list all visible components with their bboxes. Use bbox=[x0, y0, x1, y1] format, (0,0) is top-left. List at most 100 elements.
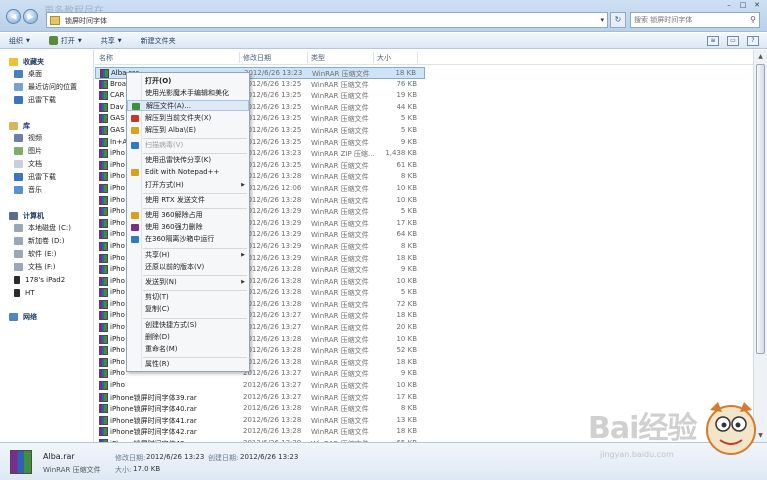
organize-button[interactable]: 组织 ▼ bbox=[9, 36, 30, 46]
library-icon bbox=[9, 121, 18, 130]
sidebar-item-thunder-downloads[interactable]: 迅雷下载 bbox=[14, 94, 56, 105]
menu-item[interactable]: 打开方式(H) ▶ bbox=[127, 180, 249, 191]
menu-item[interactable]: 解压文件(A)... bbox=[127, 100, 249, 112]
column-divider[interactable] bbox=[417, 52, 418, 63]
sidebar-library[interactable]: 库 bbox=[9, 120, 30, 131]
menu-item[interactable]: 剪切(T) bbox=[127, 292, 249, 303]
column-header-size[interactable]: 大小 bbox=[377, 53, 391, 63]
menu-item[interactable]: 使用 RTX 发送文件 bbox=[127, 195, 249, 206]
detail-file-name: Alba.rar bbox=[43, 452, 75, 461]
sidebar-item-recent[interactable]: 最近访问的位置 bbox=[14, 81, 77, 92]
menu-item[interactable]: Edit with Notepad++ bbox=[127, 167, 249, 178]
menu-item-label: 重命名(M) bbox=[145, 345, 178, 353]
file-date: 2012/6/26 13:27 bbox=[243, 311, 302, 320]
sidebar-item-drive-d[interactable]: 新加卷 (D:) bbox=[14, 235, 64, 246]
sidebar-computer[interactable]: 计算机 bbox=[9, 210, 44, 221]
menu-item[interactable]: 删除(D) bbox=[127, 332, 249, 343]
minimize-button[interactable]: – bbox=[723, 0, 735, 10]
menu-item[interactable]: 在360隔离沙箱中运行 bbox=[127, 234, 249, 245]
search-input[interactable] bbox=[631, 13, 743, 27]
help-icon[interactable]: ? bbox=[747, 36, 759, 46]
file-name: iPho bbox=[110, 230, 125, 239]
preview-pane-icon[interactable]: ▭ bbox=[727, 36, 739, 46]
scroll-thumb[interactable] bbox=[756, 64, 765, 354]
sidebar-network[interactable]: 网络 bbox=[9, 311, 37, 322]
menu-item-label: 还原以前的版本(V) bbox=[145, 262, 205, 271]
menu-item[interactable]: 属性(R) bbox=[127, 359, 249, 370]
menu-item[interactable]: 解压到当前文件夹(X) bbox=[127, 113, 249, 124]
sidebar-item-music[interactable]: 音乐 bbox=[14, 184, 42, 195]
file-size: 5 KB bbox=[400, 125, 417, 134]
music-icon bbox=[14, 185, 23, 194]
file-name: iPhone锁屏时间字体42.rar bbox=[110, 428, 197, 437]
menu-item[interactable]: 复制(C) bbox=[127, 304, 249, 315]
search-box[interactable]: ⚲ bbox=[630, 12, 760, 28]
sidebar-item-drive-c[interactable]: 本地磁盘 (C:) bbox=[14, 222, 71, 233]
sidebar-item-videos[interactable]: 视频 bbox=[14, 132, 42, 143]
column-divider[interactable] bbox=[373, 52, 374, 63]
sidebar-item-thunder-library[interactable]: 迅雷下载 bbox=[14, 171, 56, 182]
new-folder-button[interactable]: 新建文件夹 bbox=[141, 36, 176, 46]
menu-item[interactable]: 解压到 Alba\(E) bbox=[127, 125, 249, 136]
detail-created-label: 创建日期: bbox=[208, 454, 239, 462]
menu-item[interactable]: 使用光影魔术手编辑和美化 bbox=[127, 88, 249, 99]
file-size: 44 KB bbox=[396, 102, 417, 111]
file-row[interactable]: iPhone锁屏时间字体40.rar 2012/6/26 13:28 WinRAR … bbox=[95, 403, 425, 415]
sidebar-favorites[interactable]: 收藏夹 bbox=[9, 56, 44, 67]
scroll-up-icon[interactable]: ▲ bbox=[755, 51, 766, 62]
file-name: iPhone锁屏时间字体40.rar bbox=[110, 405, 197, 414]
sidebar-item-ipad[interactable]: 178's iPad2 bbox=[14, 274, 65, 285]
column-header-name[interactable]: 名称 bbox=[99, 53, 113, 63]
column-header-date[interactable]: 修改日期 bbox=[243, 53, 271, 63]
sidebar-item-pictures[interactable]: 图片 bbox=[14, 145, 42, 156]
sidebar-item-label: 178's iPad2 bbox=[25, 275, 66, 284]
menu-item[interactable]: 打开(O) bbox=[127, 76, 249, 87]
share-button[interactable]: 共享 ▼ bbox=[101, 36, 122, 46]
sidebar-item-ht[interactable]: HT bbox=[14, 287, 35, 298]
back-button[interactable]: ◀ bbox=[6, 9, 21, 24]
sidebar-item-documents[interactable]: 文档 bbox=[14, 158, 42, 169]
menu-item-label: 共享(H) bbox=[145, 250, 170, 259]
menu-item-label: 发送到(N) bbox=[145, 278, 177, 286]
maximize-button[interactable]: □ bbox=[737, 0, 749, 10]
menu-item[interactable]: 使用 360解除占用 bbox=[127, 210, 249, 221]
column-header-type[interactable]: 类型 bbox=[311, 53, 325, 63]
open-button[interactable]: 打开 ▼ bbox=[48, 36, 82, 46]
sidebar-item-desktop[interactable]: 桌面 bbox=[14, 68, 42, 79]
search-icon[interactable]: ⚲ bbox=[750, 15, 756, 24]
menu-item[interactable]: 共享(H) ▶ bbox=[127, 250, 249, 261]
refresh-button[interactable]: ↻ bbox=[610, 12, 626, 28]
sidebar-item-drive-f[interactable]: 文档 (F:) bbox=[14, 261, 56, 272]
vertical-scrollbar[interactable]: ▲ ▼ bbox=[753, 50, 767, 442]
network-icon bbox=[9, 312, 18, 321]
forward-button[interactable]: ▶ bbox=[23, 9, 38, 24]
file-name: iPho bbox=[110, 346, 125, 355]
file-name: Broa bbox=[110, 79, 127, 88]
column-divider[interactable] bbox=[307, 52, 308, 63]
menu-item[interactable]: 使用 360强力删除 bbox=[127, 222, 249, 233]
menu-item[interactable]: 使用迅雷快传分享(K) bbox=[127, 155, 249, 166]
sidebar-item-drive-e[interactable]: 软件 (E:) bbox=[14, 248, 56, 259]
view-options-icon[interactable]: ≡ bbox=[707, 36, 719, 46]
address-bar[interactable]: 锁屏时间字体 ▾ bbox=[46, 12, 608, 28]
file-row[interactable]: iPhone锁屏时间字体39.rar 2012/6/26 13:27 WinRAR … bbox=[95, 392, 425, 404]
close-button[interactable]: ✕ bbox=[751, 0, 763, 10]
ipad-icon bbox=[14, 275, 20, 284]
download-folder-icon bbox=[14, 95, 23, 104]
winrar-file-icon bbox=[99, 392, 108, 402]
file-row[interactable]: iPho 2012/6/26 13:27 WinRAR 压缩文件 10 KB bbox=[95, 380, 425, 392]
chevron-down-icon: ▼ bbox=[117, 37, 122, 44]
menu-item[interactable]: 创建快捷方式(S) bbox=[127, 320, 249, 331]
winrar-file-icon bbox=[99, 172, 108, 182]
chevron-down-icon[interactable]: ▾ bbox=[600, 16, 604, 24]
menu-item: 扫描病毒(V) bbox=[127, 140, 249, 151]
menu-item[interactable]: 发送到(N) ▶ bbox=[127, 277, 249, 288]
file-date: 2012/6/26 13:28 bbox=[243, 276, 302, 285]
menu-item[interactable]: 重命名(M) bbox=[127, 344, 249, 355]
file-size: 5 KB bbox=[400, 207, 417, 216]
column-divider[interactable] bbox=[239, 52, 240, 63]
menu-item[interactable]: 还原以前的版本(V) bbox=[127, 262, 249, 273]
file-date: 2012/6/26 13:28 bbox=[243, 404, 302, 413]
file-row[interactable]: iPhone锁屏时间字体42.rar 2012/6/26 13:28 WinRAR … bbox=[95, 426, 425, 438]
file-row[interactable]: iPhone锁屏时间字体41.rar 2012/6/26 13:28 WinRAR … bbox=[95, 415, 425, 427]
